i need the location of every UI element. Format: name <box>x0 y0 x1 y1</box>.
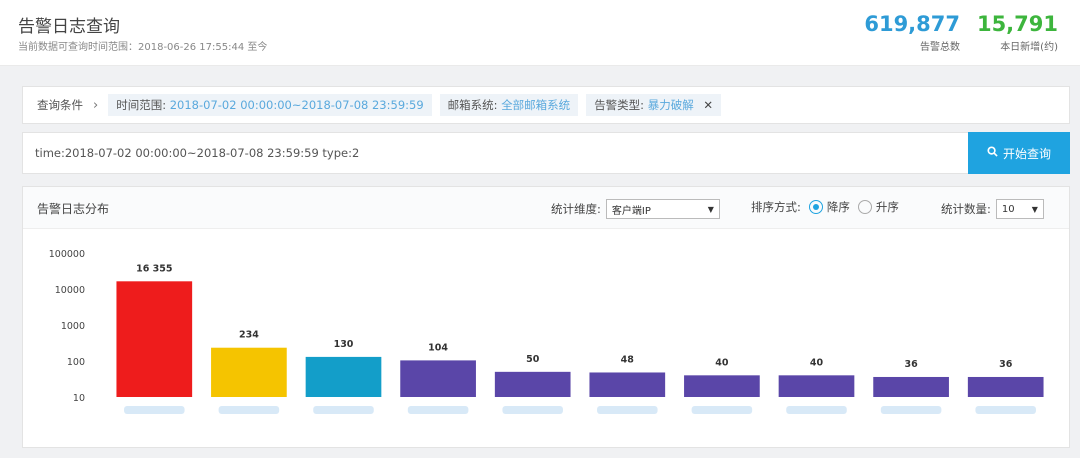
bar-value-label: 40 <box>715 357 729 368</box>
bar <box>778 375 855 397</box>
bar-value-label: 40 <box>810 357 824 368</box>
dimension-control: 统计维度: 客户端IP ▼ <box>551 199 720 219</box>
y-tick-label: 100 <box>67 357 85 368</box>
count-select[interactable]: 10 ▼ <box>995 199 1044 219</box>
filter-breadcrumb: 查询条件 › 时间范围: 2018-07-02 00:00:00~2018-07… <box>22 86 1070 124</box>
sort-label: 排序方式: <box>751 200 801 214</box>
blurred-category-label <box>691 406 753 414</box>
dimension-label: 统计维度: <box>551 202 601 216</box>
blurred-category-label <box>313 406 374 414</box>
main-content: 查询条件 › 时间范围: 2018-07-02 00:00:00~2018-07… <box>0 66 1080 458</box>
filter-chip-time[interactable]: 时间范围: 2018-07-02 00:00:00~2018-07-08 23:… <box>108 94 432 116</box>
sort-desc-label[interactable]: 降序 <box>827 199 850 215</box>
dimension-select-value: 客户端IP <box>611 205 651 217</box>
total-alerts-stat: 619,877 告警总数 <box>864 12 960 53</box>
bar <box>305 356 382 397</box>
filter-crumb-label: 查询条件 <box>37 98 83 112</box>
filter-type-key: 告警类型: <box>594 98 645 112</box>
page-header: 告警日志查询 当前数据可查询时间范围：2018-06-26 17:55:44 至… <box>0 0 1080 66</box>
bar <box>211 347 287 397</box>
blurred-category-label <box>407 406 469 414</box>
today-alerts-label: 本日新增(约) <box>1000 42 1058 53</box>
blurred-category-label <box>597 406 658 414</box>
panel-header: 告警日志分布 统计维度: 客户端IP ▼ 排序方式: 降序 升序 统计数量: 1… <box>23 187 1069 229</box>
bar-value-label: 36 <box>904 359 918 370</box>
y-tick-label: 100000 <box>49 249 85 260</box>
filter-time-key: 时间范围: <box>116 98 167 112</box>
blurred-category-label <box>124 406 185 414</box>
bar-value-label: 234 <box>239 330 259 341</box>
blurred-category-label <box>786 406 847 414</box>
bar <box>684 375 760 397</box>
filter-chip-mail[interactable]: 邮箱系统: 全部邮箱系统 <box>439 94 579 116</box>
filter-chip-type[interactable]: 告警类型: 暴力破解 ✕ <box>586 94 722 116</box>
caret-down-icon: ▼ <box>707 204 714 214</box>
page-title: 告警日志查询 <box>18 17 120 37</box>
caret-down-icon: ▼ <box>1031 204 1038 214</box>
sort-asc-label[interactable]: 升序 <box>876 199 899 215</box>
total-alerts-label: 告警总数 <box>920 42 960 53</box>
blurred-category-label <box>880 406 942 414</box>
count-control: 统计数量: 10 ▼ <box>941 199 1044 219</box>
count-label: 统计数量: <box>941 202 991 216</box>
total-alerts-value: 619,877 <box>864 12 960 36</box>
search-icon <box>987 146 998 160</box>
sort-desc-radio[interactable] <box>808 200 823 214</box>
bar-chart-svg: 100000 10000 1000 100 10 16 355 234 130 104 50 48 4… <box>49 249 1044 414</box>
filter-time-value[interactable]: 2018-07-02 00:00:00~2018-07-08 23:59:59 <box>170 98 424 112</box>
bar-value-label: 104 <box>428 342 448 353</box>
bar-value-label: 16 355 <box>136 263 172 274</box>
blurred-category-label <box>218 406 280 414</box>
y-tick-label: 10000 <box>55 285 85 296</box>
filter-mail-value[interactable]: 全部邮箱系统 <box>501 98 570 112</box>
query-input[interactable] <box>22 132 968 174</box>
today-alerts-value: 15,791 <box>976 12 1058 36</box>
chevron-right-icon: › <box>93 97 99 113</box>
y-tick-label: 10 <box>73 393 85 404</box>
blurred-category-label <box>502 406 563 414</box>
bar-value-label: 48 <box>621 354 635 365</box>
sort-asc-radio[interactable] <box>857 200 872 214</box>
bar-value-label: 130 <box>334 339 354 350</box>
alert-distribution-panel: 告警日志分布 统计维度: 客户端IP ▼ 排序方式: 降序 升序 统计数量: 1… <box>22 186 1070 448</box>
alert-bar-chart: 100000 10000 1000 100 10 16 355 234 130 104 50 48 4… <box>23 230 1069 448</box>
panel-title: 告警日志分布 <box>37 202 110 216</box>
filter-mail-key: 邮箱系统: <box>447 98 498 112</box>
bar <box>873 376 949 397</box>
filter-type-value[interactable]: 暴力破解 <box>648 98 694 112</box>
bar <box>494 371 571 397</box>
bar <box>589 372 666 397</box>
bar <box>116 281 193 397</box>
y-tick-label: 1000 <box>61 321 85 332</box>
start-query-button[interactable]: 开始查询 <box>968 132 1070 174</box>
bar-value-label: 50 <box>526 354 540 365</box>
bar-value-label: 36 <box>999 359 1013 370</box>
count-select-value: 10 <box>1001 203 1015 215</box>
sort-control: 排序方式: 降序 升序 <box>751 199 899 215</box>
start-query-label: 开始查询 <box>1002 146 1051 161</box>
query-row: 开始查询 <box>22 132 1070 174</box>
bar <box>967 376 1044 397</box>
blurred-category-label <box>975 406 1036 414</box>
dimension-select[interactable]: 客户端IP ▼ <box>605 199 720 219</box>
bar <box>400 360 476 397</box>
close-icon[interactable]: ✕ <box>703 98 713 112</box>
data-range-note: 当前数据可查询时间范围：2018-06-26 17:55:44 至今 <box>18 42 268 53</box>
today-alerts-stat: 15,791 本日新增(约) <box>977 12 1058 53</box>
